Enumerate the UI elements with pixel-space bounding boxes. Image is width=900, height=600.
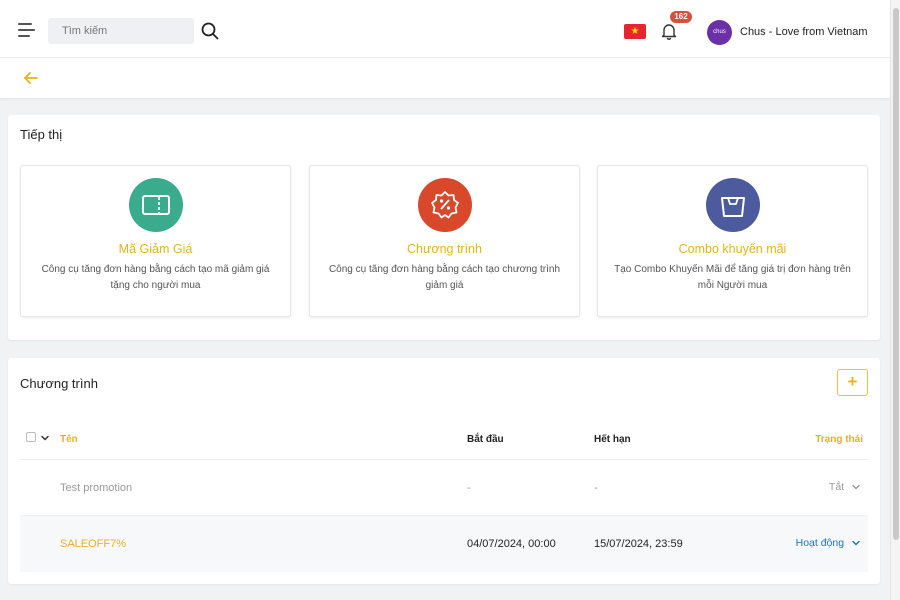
status-label: Tắt [828, 481, 845, 493]
hamburger-menu-icon[interactable] [18, 22, 38, 38]
chevron-down-icon [852, 541, 860, 546]
end-date: - [594, 482, 598, 494]
combo-tool-card[interactable]: Combo khuyến mãi Tạo Combo Khuyến Mãi để… [597, 165, 868, 317]
end-date: 15/07/2024, 23:59 [594, 538, 683, 550]
tool-title: Chương trình [407, 242, 482, 256]
column-header-status[interactable]: Trạng thái [815, 434, 863, 445]
column-header-start[interactable]: Bắt đầu [467, 434, 504, 445]
select-all-checkbox[interactable] [26, 432, 36, 442]
status-dropdown[interactable]: Hoạt động [796, 537, 860, 549]
start-date: - [467, 482, 471, 494]
back-arrow-icon[interactable] [22, 70, 40, 86]
vietnam-flag-icon[interactable]: ★ [624, 24, 646, 39]
scrollbar-thumb[interactable] [893, 8, 899, 540]
percent-badge-icon [418, 178, 472, 232]
section-title: Chương trình [20, 376, 98, 391]
program-name[interactable]: SALEOFF7% [60, 538, 126, 550]
voucher-tool-card[interactable]: Mã Giảm Giá Công cụ tăng đơn hàng bằng c… [20, 165, 291, 317]
start-date: 04/07/2024, 00:00 [467, 538, 556, 550]
programs-section: Chương trình + Tên Bắt đầu Hết hạn Trạng… [8, 358, 880, 584]
status-label: Hoạt động [795, 537, 845, 549]
program-name[interactable]: Test promotion [60, 482, 132, 494]
shop-name[interactable]: Chus - Love from Vietnam [740, 26, 868, 38]
section-title: Tiếp thị [20, 127, 63, 142]
add-program-button[interactable]: + [837, 369, 868, 396]
page-scrollbar[interactable] [890, 0, 900, 600]
tool-description: Công cụ tăng đơn hàng bằng cách tạo mã g… [41, 264, 270, 291]
chevron-down-icon [852, 485, 860, 490]
tool-description: Tạo Combo Khuyến Mãi để tăng giá trị đơn… [614, 264, 851, 291]
ticket-icon [129, 178, 183, 232]
tool-description: Công cụ tăng đơn hàng bằng cách tạo chươ… [328, 264, 561, 291]
chevron-down-icon[interactable] [40, 430, 50, 441]
sub-header-bar [0, 58, 890, 98]
status-dropdown[interactable]: Tắt [829, 481, 860, 493]
tool-title: Mã Giảm Giá [118, 242, 193, 256]
bell-icon[interactable] [660, 22, 678, 40]
table-row[interactable]: Test promotion - - Tắt [20, 460, 868, 516]
column-header-name[interactable]: Tên [60, 434, 78, 445]
marketing-section: Tiếp thị Mã Giảm Giá Công cụ tăng đơn hà… [8, 115, 880, 340]
avatar[interactable]: chus [707, 20, 732, 45]
search-input[interactable] [48, 18, 194, 44]
search-icon[interactable] [200, 21, 220, 41]
shopping-bag-icon [706, 178, 760, 232]
top-navigation-bar: ★ 162 chus Chus - Love from Vietnam [0, 0, 890, 58]
table-row[interactable]: SALEOFF7% 04/07/2024, 00:00 15/07/2024, … [20, 516, 868, 572]
notification-count-badge: 162 [670, 11, 692, 23]
program-tool-card[interactable]: Chương trình Công cụ tăng đơn hàng bằng … [309, 165, 580, 317]
column-header-end[interactable]: Hết hạn [594, 434, 631, 445]
tool-title: Combo khuyến mãi [678, 242, 787, 256]
